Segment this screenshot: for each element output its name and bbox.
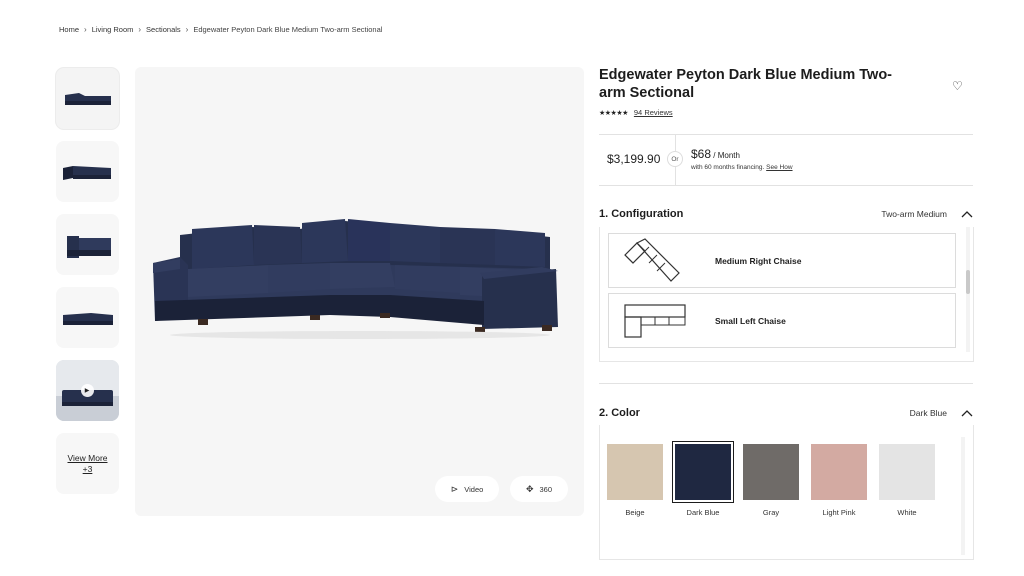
- swatch-chip: [743, 444, 799, 500]
- color-selected-value: Dark Blue: [909, 408, 947, 418]
- heart-icon[interactable]: ♡: [952, 79, 963, 93]
- color-swatch-dark-blue[interactable]: Dark Blue: [672, 441, 734, 517]
- color-section-header[interactable]: 2. Color Dark Blue: [599, 407, 973, 419]
- breadcrumb: Home › Living Room › Sectionals › Edgewa…: [59, 25, 382, 34]
- thumbnail-4[interactable]: [56, 287, 119, 348]
- swatch-chip: [672, 441, 734, 503]
- configuration-section-header[interactable]: 1. Configuration Two-arm Medium: [599, 208, 973, 220]
- rotate-360-icon: ✥: [525, 483, 534, 494]
- configuration-option-label: Small Left Chaise: [715, 315, 786, 326]
- configuration-option-label: Medium Right Chaise: [715, 255, 802, 266]
- chevron-up-icon: [961, 211, 973, 218]
- swatch-label: Light Pink: [822, 508, 856, 517]
- chevron-right-icon: ›: [84, 25, 87, 34]
- configuration-option-medium-right-chaise[interactable]: Medium Right Chaise: [608, 233, 956, 288]
- divider: [599, 383, 973, 384]
- configuration-heading: 1. Configuration: [599, 208, 684, 220]
- thumbnail-2[interactable]: [56, 141, 119, 202]
- sofa-thumbnail-image: [64, 92, 111, 105]
- configuration-options-list: Medium Right Chaise Small Left Chaise: [599, 227, 974, 362]
- reviews-link[interactable]: 94 Reviews: [634, 108, 673, 117]
- swatch-chip: [607, 444, 663, 500]
- swatch-chip: [879, 444, 935, 500]
- video-button-label: Video: [464, 484, 484, 494]
- or-badge: Or: [667, 151, 683, 167]
- right-chaise-diagram-icon: [624, 237, 680, 282]
- breadcrumb-living-room[interactable]: Living Room: [92, 25, 134, 34]
- monthly-price: $68 / Month: [691, 147, 740, 161]
- breadcrumb-current: Edgewater Peyton Dark Blue Medium Two-ar…: [193, 25, 383, 34]
- sofa-product-image: [153, 219, 558, 339]
- thumbnail-3[interactable]: [56, 214, 119, 275]
- color-swatch-list: Beige Dark Blue Gray Light Pink White: [599, 425, 974, 560]
- swatch-label: Gray: [762, 508, 780, 517]
- product-title: Edgewater Peyton Dark Blue Medium Two-ar…: [599, 67, 893, 101]
- view-more-label: View More +3: [67, 452, 108, 474]
- chevron-up-icon: [961, 410, 973, 417]
- color-summary: Dark Blue: [910, 408, 973, 418]
- swatch-chip: [811, 444, 867, 500]
- star-rating-icon: ★★★★★: [599, 109, 628, 117]
- color-heading: 2. Color: [599, 407, 640, 419]
- sofa-thumbnail-image: [62, 165, 111, 180]
- divider: [599, 134, 973, 135]
- financing-text: with 60 months financing.: [691, 164, 765, 171]
- see-how-link[interactable]: See How: [766, 164, 792, 171]
- swatch-label: Dark Blue: [686, 508, 720, 517]
- swatch-label: White: [897, 508, 917, 517]
- view-more-thumbnails-button[interactable]: View More +3: [56, 433, 119, 494]
- video-button[interactable]: ⊳ Video: [435, 476, 499, 502]
- sofa-thumbnail-image: [62, 312, 113, 325]
- color-swatch-light-pink[interactable]: Light Pink: [810, 444, 868, 517]
- configuration-selected-value: Two-arm Medium: [881, 209, 947, 219]
- color-swatch-beige[interactable]: Beige: [606, 444, 664, 517]
- monthly-unit: / Month: [711, 151, 740, 160]
- monthly-amount: $68: [691, 147, 712, 161]
- spin-360-label: 360: [539, 484, 553, 494]
- financing-info: with 60 months financing. See How: [691, 164, 793, 171]
- breadcrumb-sectionals[interactable]: Sectionals: [146, 25, 181, 34]
- chevron-right-icon: ›: [185, 25, 189, 34]
- thumbnail-video[interactable]: ▶: [56, 360, 119, 421]
- thumbnail-gallery: ▶ View More +3: [56, 68, 119, 506]
- product-price: $3,199.90: [607, 152, 661, 166]
- divider: [599, 185, 973, 186]
- color-swatch-white[interactable]: White: [878, 444, 936, 517]
- main-product-image: ⊳ Video ✥ 360: [135, 67, 584, 516]
- rating-row: ★★★★★ 94 Reviews: [599, 108, 673, 117]
- configuration-summary: Two-arm Medium: [881, 209, 973, 219]
- color-scrollbar[interactable]: [961, 437, 965, 555]
- breadcrumb-home[interactable]: Home: [59, 25, 79, 34]
- chevron-right-icon: ›: [138, 25, 142, 34]
- thumbnail-1[interactable]: [56, 68, 119, 129]
- play-icon: ▶: [80, 383, 94, 397]
- color-swatch-gray[interactable]: Gray: [742, 444, 800, 517]
- spin-360-button[interactable]: ✥ 360: [510, 476, 568, 502]
- swatch-label: Beige: [625, 508, 645, 517]
- sofa-thumbnail-image: [66, 235, 111, 258]
- play-circle-icon: ⊳: [450, 483, 459, 494]
- configuration-option-small-left-chaise[interactable]: Small Left Chaise: [608, 293, 956, 348]
- left-chaise-diagram-icon: [624, 303, 686, 338]
- configuration-scrollbar-thumb[interactable]: [966, 270, 970, 294]
